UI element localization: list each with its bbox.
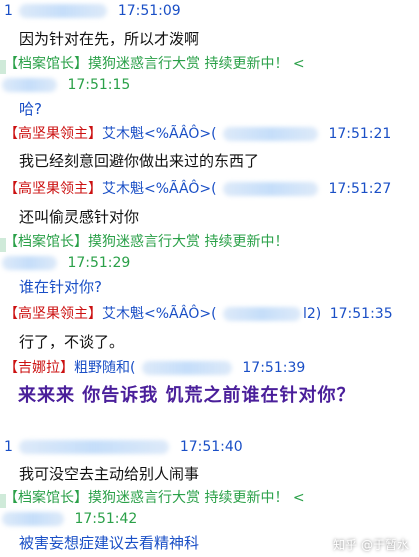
message-text: 谁在针对你? [19,278,102,296]
message-text: 我已经刻意回避你做出来过的东西了 [19,152,260,170]
message-text-emphasized: 来来来 你告诉我 饥荒之前谁在针对你？ [18,385,356,406]
sender-suffix: < [292,490,305,506]
sender-name[interactable]: 摸狗迷惑言行大赏 持续更新中！ [88,234,288,250]
timestamp: 17:51:15 [67,77,131,93]
timestamp: 17:51:35 [329,306,393,322]
timestamp: 17:51:27 [328,181,392,197]
timestamp: 17:51:42 [74,511,138,527]
message-header: 【档案馆长】摸狗迷惑言行大赏 持续更新中！ < [0,487,419,509]
edge-fragment [0,494,6,508]
timestamp: 17:51:39 [242,360,306,376]
sender-title: 【高坚果领主】 [4,181,102,197]
sender-name[interactable]: 艾木魁<%ÃÂÔ>( [102,126,217,142]
message-time-line: 17:51:29 [0,252,419,274]
message-header: 【高坚果领主】艾木魁<%ÃÂÔ>( 17:51:21 [0,123,419,145]
timestamp: 17:51:40 [179,439,243,455]
message-time-line: 17:51:42 [0,508,419,530]
sender-title: 【档案馆长】 [4,234,88,250]
redacted-qq [223,182,318,196]
sender-name[interactable]: 1 [4,3,13,19]
message-text: 因为针对在先，所以才泼啊 [19,30,200,48]
sender-title: 【高坚果领主】 [4,126,102,142]
message-text: 哈? [19,100,42,118]
sender-name[interactable]: 摸狗迷惑言行大赏 持续更新中！ [88,56,288,72]
redacted-qq [223,127,318,141]
message-text: 还叫偷灵感针对你 [19,208,140,226]
message-header: 1 17:51:40 [0,436,419,458]
sender-title: 【档案馆长】 [4,56,88,72]
sender-name[interactable]: 艾木魁<%ÃÂÔ>( [102,181,217,197]
sender-name[interactable]: 粗野随和( [74,360,135,376]
message-time-line: 17:51:15 [0,74,419,96]
redacted-qq [2,256,57,270]
message-header: 【档案馆长】摸狗迷惑言行大赏 持续更新中！ [0,231,419,253]
message-header: 1 17:51:09 [0,0,419,22]
redacted-qq [19,4,108,18]
watermark: 知乎 @于暂水 [333,538,409,552]
edge-fragment [0,238,6,252]
message-header: 【档案馆长】摸狗迷惑言行大赏 持续更新中！ < [0,53,419,75]
message-header: 【吉娜拉】粗野随和( 17:51:39 [0,357,419,379]
timestamp: 17:51:09 [117,3,181,19]
sender-suffix: l2) [303,306,322,322]
sender-name[interactable]: 摸狗迷惑言行大赏 持续更新中！ [88,490,288,506]
message-text: 行了，不谈了。 [19,333,125,351]
sender-title: 【高坚果领主】 [4,306,102,322]
redacted-qq [223,307,301,321]
message-text: 我可没空去主动给别人闹事 [19,465,200,483]
redacted-qq [141,361,232,375]
sender-title: 【吉娜拉】 [4,360,74,376]
edge-fragment [0,60,6,74]
message-header: 【高坚果领主】艾木魁<%ÃÂÔ>( l2) 17:51:35 [0,303,419,325]
message-header: 【高坚果领主】艾木魁<%ÃÂÔ>( 17:51:27 [0,178,419,200]
sender-name[interactable]: 艾木魁<%ÃÂÔ>( [102,306,217,322]
redacted-qq [19,440,170,454]
timestamp: 17:51:29 [67,255,131,271]
sender-suffix: < [292,56,305,72]
redacted-qq [2,512,64,526]
redacted-qq [2,78,57,92]
sender-name[interactable]: 1 [4,439,13,455]
sender-title: 【档案馆长】 [4,490,88,506]
timestamp: 17:51:21 [328,126,392,142]
